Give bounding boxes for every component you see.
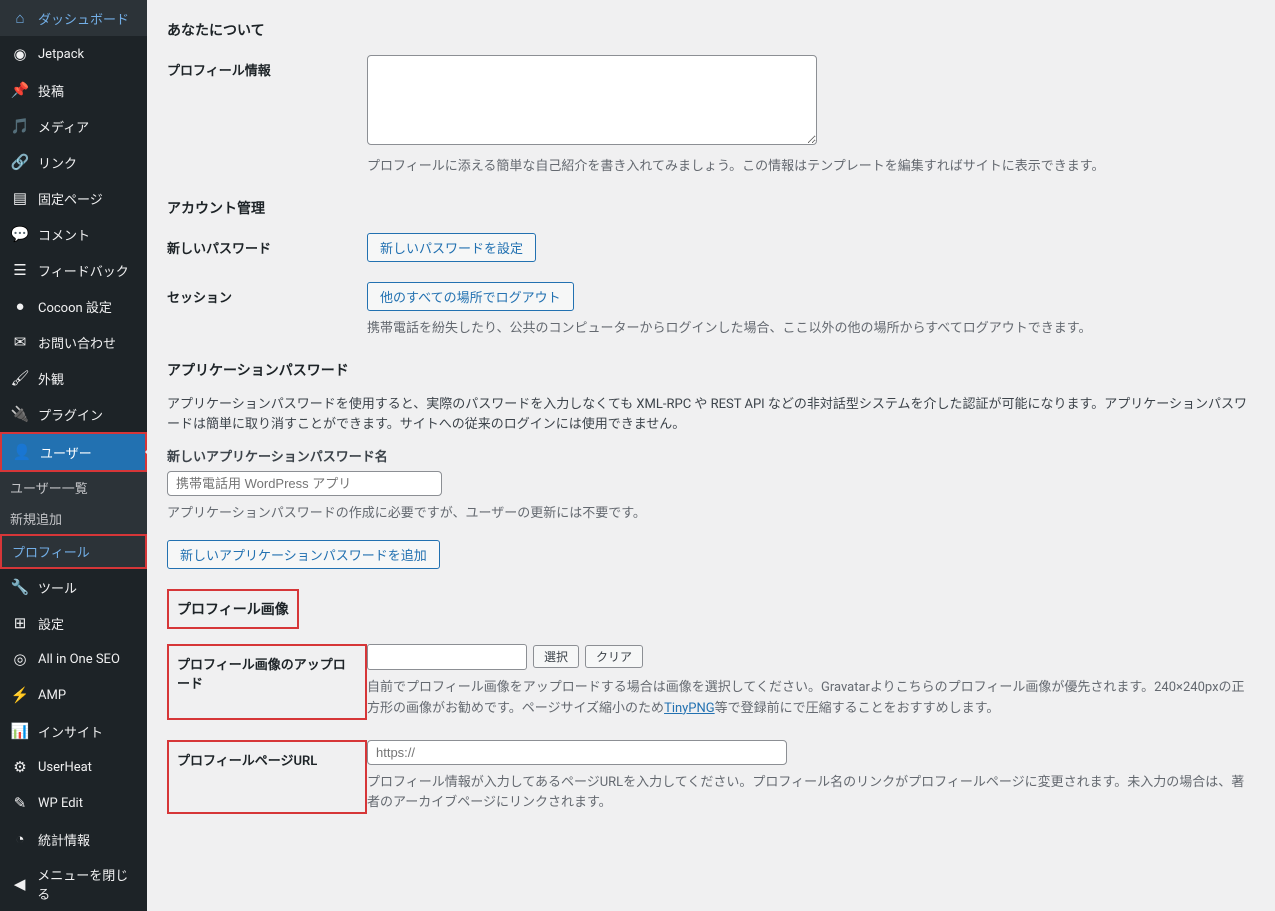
label-profile-upload: プロフィール画像のアップロード bbox=[167, 644, 367, 720]
userheat-icon: ⚙ bbox=[10, 757, 30, 777]
sidebar-item-cocoon[interactable]: ●Cocoon 設定 bbox=[0, 288, 147, 324]
sidebar-item-stats[interactable]: ◔統計情報 bbox=[0, 821, 147, 857]
sidebar-item-comments[interactable]: 💬コメント bbox=[0, 216, 147, 252]
sidebar-sub-userlist[interactable]: ユーザー一覧 bbox=[0, 472, 147, 503]
wpedit-icon: ✎ bbox=[10, 793, 30, 813]
content: あなたについて プロフィール情報 プロフィールに添える簡単な自己紹介を書き入れて… bbox=[147, 0, 1275, 911]
app-password-desc: アプリケーションパスワードを使用すると、実際のパスワードを入力しなくても XML… bbox=[167, 395, 1255, 437]
profile-image-field[interactable] bbox=[367, 644, 527, 670]
profile-info-desc: プロフィールに添える簡単な自己紹介を書き入れてみましょう。この情報はテンプレート… bbox=[367, 157, 1255, 178]
sidebar-item-pages[interactable]: ▤固定ページ bbox=[0, 180, 147, 216]
label-new-password: 新しいパスワード bbox=[167, 233, 367, 262]
profile-url-input[interactable] bbox=[367, 740, 787, 765]
sidebar: ⌂ダッシュボード ◉Jetpack 📌投稿 🎵メディア 🔗リンク ▤固定ページ … bbox=[0, 0, 147, 911]
link-icon: 🔗 bbox=[10, 152, 30, 172]
feedback-icon: ☰ bbox=[10, 260, 30, 280]
clear-button[interactable]: クリア bbox=[585, 645, 643, 668]
heading-app-password: アプリケーションパスワード bbox=[167, 360, 1255, 380]
dashboard-icon: ⌂ bbox=[10, 8, 30, 28]
comment-icon: 💬 bbox=[10, 224, 30, 244]
sidebar-item-feedback[interactable]: ☰フィードバック bbox=[0, 252, 147, 288]
label-profile-info: プロフィール情報 bbox=[167, 55, 367, 178]
aioseo-icon: ◎ bbox=[10, 649, 30, 669]
app-password-help: アプリケーションパスワードの作成に必要ですが、ユーザーの更新には不要です。 bbox=[167, 504, 1255, 525]
set-password-button[interactable]: 新しいパスワードを設定 bbox=[367, 233, 536, 262]
appearance-icon: 🖌 bbox=[10, 368, 30, 388]
collapse-icon: ◀ bbox=[10, 874, 29, 894]
sidebar-item-jetpack[interactable]: ◉Jetpack bbox=[0, 36, 147, 72]
user-icon: 👤 bbox=[12, 442, 32, 462]
sidebar-item-tools[interactable]: 🔧ツール bbox=[0, 569, 147, 605]
insights-icon: 📊 bbox=[10, 721, 30, 741]
cocoon-icon: ● bbox=[10, 296, 30, 316]
plugin-icon: 🔌 bbox=[10, 404, 30, 424]
media-icon: 🎵 bbox=[10, 116, 30, 136]
sidebar-item-amp[interactable]: ⚡AMP bbox=[0, 677, 147, 713]
sidebar-item-plugins[interactable]: 🔌プラグイン bbox=[0, 396, 147, 432]
label-app-password-name: 新しいアプリケーションパスワード名 bbox=[167, 446, 1255, 465]
sidebar-item-collapse[interactable]: ◀メニューを閉じる bbox=[0, 857, 147, 911]
sidebar-item-appearance[interactable]: 🖌外観 bbox=[0, 360, 147, 396]
profile-url-desc: プロフィール情報が入力してあるページURLを入力してください。プロフィール名のリ… bbox=[367, 773, 1255, 815]
pin-icon: 📌 bbox=[10, 80, 30, 100]
logout-everywhere-button[interactable]: 他のすべての場所でログアウト bbox=[367, 282, 574, 311]
sidebar-item-settings[interactable]: ⊞設定 bbox=[0, 605, 147, 641]
session-desc: 携帯電話を紛失したり、公共のコンピューターからログインした場合、ここ以外の他の場… bbox=[367, 319, 1255, 340]
sidebar-item-media[interactable]: 🎵メディア bbox=[0, 108, 147, 144]
sidebar-item-aioseo[interactable]: ◎All in One SEO bbox=[0, 641, 147, 677]
select-button[interactable]: 選択 bbox=[533, 645, 579, 668]
sidebar-submenu: ユーザー一覧 新規追加 プロフィール bbox=[0, 472, 147, 569]
sidebar-item-links[interactable]: 🔗リンク bbox=[0, 144, 147, 180]
sidebar-item-contact[interactable]: ✉お問い合わせ bbox=[0, 324, 147, 360]
sidebar-item-users[interactable]: 👤ユーザー bbox=[0, 432, 147, 472]
heading-about: あなたについて bbox=[167, 20, 1255, 40]
label-profile-url: プロフィールページURL bbox=[167, 740, 367, 815]
sidebar-sub-profile[interactable]: プロフィール bbox=[0, 534, 147, 569]
upload-desc: 自前でプロフィール画像をアップロードする場合は画像を選択してください。Grava… bbox=[367, 678, 1255, 720]
sidebar-sub-addnew[interactable]: 新規追加 bbox=[0, 503, 147, 534]
stats-icon: ◔ bbox=[10, 829, 30, 849]
page-icon: ▤ bbox=[10, 188, 30, 208]
tinypng-link[interactable]: TinyPNG bbox=[664, 701, 715, 716]
profile-info-textarea[interactable] bbox=[367, 55, 817, 145]
add-app-password-button[interactable]: 新しいアプリケーションパスワードを追加 bbox=[167, 540, 440, 569]
label-session: セッション bbox=[167, 282, 367, 340]
sidebar-item-userheat[interactable]: ⚙UserHeat bbox=[0, 749, 147, 785]
sidebar-item-insights[interactable]: 📊インサイト bbox=[0, 713, 147, 749]
sidebar-item-dashboard[interactable]: ⌂ダッシュボード bbox=[0, 0, 147, 36]
mail-icon: ✉ bbox=[10, 332, 30, 352]
sidebar-item-wpedit[interactable]: ✎WP Edit bbox=[0, 785, 147, 821]
amp-icon: ⚡ bbox=[10, 685, 30, 705]
app-password-name-input[interactable] bbox=[167, 471, 442, 496]
heading-account: アカウント管理 bbox=[167, 198, 1255, 218]
sidebar-item-posts[interactable]: 📌投稿 bbox=[0, 72, 147, 108]
settings-icon: ⊞ bbox=[10, 613, 30, 633]
jetpack-icon: ◉ bbox=[10, 44, 30, 64]
heading-profile-image: プロフィール画像 bbox=[167, 589, 299, 629]
tools-icon: 🔧 bbox=[10, 577, 30, 597]
